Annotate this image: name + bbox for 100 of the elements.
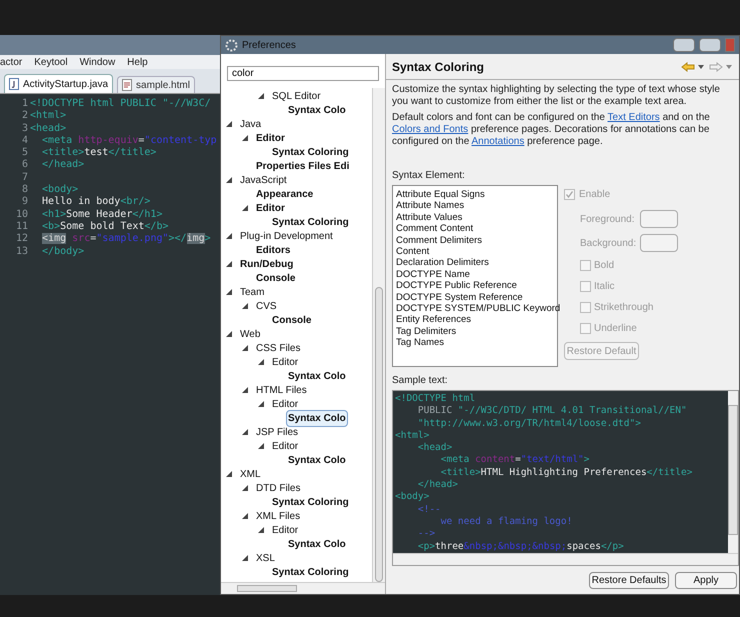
tree-item[interactable]: Syntax Colo — [286, 410, 348, 426]
line-number: 2 — [20, 110, 28, 123]
expanded-arrow-icon[interactable] — [226, 121, 232, 127]
menu-item[interactable]: Keytool — [34, 54, 68, 70]
expanded-arrow-icon[interactable] — [226, 177, 232, 183]
preference-link[interactable]: Annotations — [472, 136, 524, 147]
tree-item[interactable]: Syntax Colo — [286, 536, 348, 552]
expanded-arrow-icon[interactable] — [242, 429, 248, 435]
checkbox[interactable] — [580, 323, 591, 334]
tree-item[interactable]: Console — [254, 270, 298, 286]
minimize-button[interactable] — [673, 38, 695, 52]
code-line: <body> — [41, 184, 80, 196]
tree-item[interactable]: Syntax Colo — [286, 452, 348, 468]
tree-item[interactable]: Java — [238, 116, 264, 132]
tree-item[interactable]: Web — [238, 326, 262, 342]
code-line: <h1>Some Header</h1> — [41, 208, 164, 221]
tree-item[interactable]: Syntax Coloring — [270, 494, 351, 510]
line-number: 10 — [14, 208, 28, 221]
line-number: 13 — [14, 246, 28, 258]
checkbox[interactable] — [580, 302, 591, 313]
code-line: <!DOCTYPE html PUBLIC "-//W3C/ — [30, 98, 212, 110]
expanded-arrow-icon[interactable] — [226, 331, 232, 337]
tree-item[interactable]: JavaScript — [238, 172, 289, 188]
filter-field[interactable]: color — [227, 66, 379, 81]
syntax-element-label: Syntax Element: — [392, 169, 466, 183]
expanded-arrow-icon[interactable] — [242, 345, 248, 351]
preference-link[interactable]: Colors and Fonts — [392, 124, 468, 135]
syntax-element-list[interactable]: Attribute Equal Signs Attribute Names Attribute Values Comment Content Comment Delimiters Content Declaration Delimiters DOCTYPE Name DOCTYPE Public Reference DOCTYPE System Reference DOCTYPE SYSTEM/PUBLIC Keyword Entity References Tag Delimiters Tag Names — [392, 185, 558, 367]
checkbox[interactable] — [580, 281, 591, 292]
tree-item[interactable]: XML — [238, 466, 263, 482]
code-line: <title>test</title> — [41, 147, 158, 159]
tree-item[interactable]: Editor — [270, 438, 300, 454]
tree-item[interactable]: Syntax Coloring — [270, 144, 351, 160]
foreground-color-button[interactable] — [640, 210, 678, 228]
style-option-label: Strikethrough — [594, 301, 654, 315]
editor-tab[interactable]: sample.html — [117, 76, 195, 93]
tree-item[interactable]: HTML Files — [254, 382, 309, 398]
tree-item[interactable]: Console — [270, 312, 314, 328]
style-option-label: Italic — [594, 280, 615, 294]
expanded-arrow-icon[interactable] — [258, 359, 264, 365]
page-title: Syntax Coloring — [392, 58, 484, 76]
preferences-icon — [225, 38, 238, 52]
tree-item[interactable]: XML Files — [254, 508, 302, 524]
preference-link[interactable]: Text Editors — [608, 112, 660, 123]
expanded-arrow-icon[interactable] — [242, 513, 248, 519]
tree-item[interactable]: Properties Files Edi — [254, 158, 352, 174]
line-number: 8 — [20, 184, 28, 196]
menu-item[interactable]: actor — [0, 54, 22, 70]
tree-item[interactable]: Run/Debug — [238, 256, 296, 272]
tree-item[interactable]: CSS Files — [254, 340, 302, 356]
expanded-arrow-icon[interactable] — [258, 401, 264, 407]
expanded-arrow-icon[interactable] — [242, 387, 248, 393]
back-arrow-icon[interactable] — [681, 62, 705, 72]
tree-item[interactable]: JSP Files — [254, 424, 300, 440]
tree-item[interactable]: DTD Files — [254, 480, 302, 496]
maximize-button[interactable] — [699, 38, 721, 52]
sample-text-label: Sample text: — [392, 374, 449, 388]
tree-item[interactable]: Editor — [254, 130, 287, 146]
forward-arrow-icon[interactable] — [709, 62, 733, 72]
expanded-arrow-icon[interactable] — [226, 233, 232, 239]
checkbox[interactable] — [580, 260, 591, 271]
tree-item[interactable]: CVS — [254, 298, 279, 314]
line-number: 4 — [20, 134, 28, 148]
expanded-arrow-icon[interactable] — [226, 471, 232, 477]
tree-item[interactable]: Syntax Colo — [286, 368, 348, 384]
tree-item[interactable]: Plug-in Development — [238, 228, 335, 244]
horizontal-scrollbar[interactable] — [221, 582, 385, 594]
background-color-button[interactable] — [640, 234, 678, 252]
expanded-arrow-icon[interactable] — [242, 135, 248, 141]
tree-item[interactable]: Syntax Coloring — [270, 564, 351, 580]
expanded-arrow-icon[interactable] — [242, 303, 248, 309]
sample-code[interactable]: <!DOCTYPE html PUBLIC "-//W3C/DTD/ HTML 4.01 Transitional//EN" "http://www.w3.org/TR/html4/loose.dtd"> <html> <head> <meta content="text/html"> <title>HTML Highlighting Preferences</title> </head> <body> <!-- we need a flaming logo! --> <p>three&nbsp;&nbsp;&nbsp;spaces</p> — [393, 391, 728, 553]
menu-item[interactable]: Help — [127, 54, 148, 70]
tree-item[interactable]: Editors — [254, 242, 292, 258]
editor-tab[interactable]: ActivityStartup.java — [4, 74, 114, 93]
expanded-arrow-icon[interactable] — [226, 261, 232, 267]
expanded-arrow-icon[interactable] — [258, 93, 264, 99]
expanded-arrow-icon[interactable] — [242, 205, 248, 211]
defaults-note: Default colors and font can be configured on the Text Editors and on the Colors and Fonts preference pages. Decorations for annotations can be configured on the Annotations preference page. — [392, 112, 711, 148]
expanded-arrow-icon[interactable] — [242, 555, 248, 561]
tree-item[interactable]: Team — [238, 284, 266, 300]
expanded-arrow-icon[interactable] — [258, 527, 264, 533]
expanded-arrow-icon[interactable] — [242, 485, 248, 491]
code-line: </body> — [41, 246, 86, 258]
tree-item[interactable]: XSL — [254, 550, 277, 566]
expanded-arrow-icon[interactable] — [226, 289, 232, 295]
window-title: Preferences — [242, 38, 296, 52]
expanded-arrow-icon[interactable] — [258, 443, 264, 449]
tree-item[interactable]: Editor — [254, 200, 287, 216]
tree-item[interactable]: Syntax Colo — [286, 102, 348, 118]
tree-item[interactable]: SQL Editor — [270, 88, 323, 104]
tree-item[interactable]: Appearance — [254, 186, 316, 202]
tree-item[interactable]: Editor — [270, 522, 300, 538]
menu-item[interactable]: Window — [80, 54, 116, 70]
tree-item[interactable]: Editor — [270, 396, 300, 412]
tree-item[interactable]: Syntax Coloring — [270, 214, 351, 230]
restore-defaults-button[interactable]: Restore Defaults — [589, 572, 669, 589]
tree-item[interactable]: Editor — [270, 354, 300, 370]
vertical-scrollbar[interactable] — [372, 88, 385, 582]
apply-button[interactable]: Apply — [675, 572, 737, 589]
